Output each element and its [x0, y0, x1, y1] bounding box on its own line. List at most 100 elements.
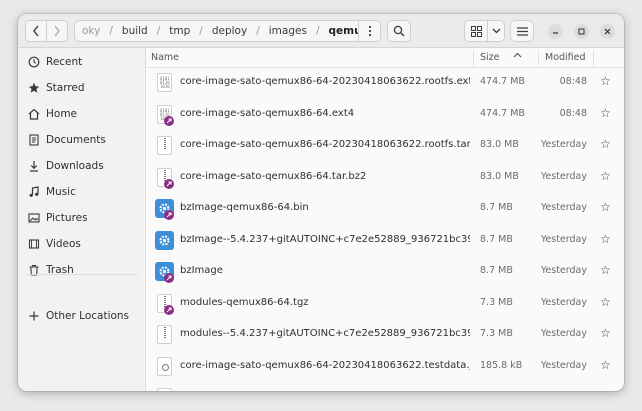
symlink-icon — [164, 178, 174, 189]
column-name-header[interactable]: Name — [151, 52, 179, 63]
forward-button[interactable] — [46, 20, 68, 42]
minimize-button[interactable] — [548, 24, 563, 39]
crumb-oky[interactable]: oky — [81, 25, 101, 37]
file-name: core-image-sato-qemux86-64-2023041806362… — [180, 139, 470, 150]
sidebar-item-trash[interactable]: Trash — [18, 258, 146, 282]
path-bar: oky / build / tmp / deploy / images / qe… — [74, 20, 381, 42]
archive-file-icon — [155, 167, 175, 189]
view-mode-button[interactable] — [464, 20, 488, 42]
file-row[interactable]: bzImage-qemux86-64.bin 8.7 MB Yesterday … — [147, 193, 624, 225]
crumb-build[interactable]: build — [121, 25, 149, 37]
view-options-dropdown[interactable] — [487, 20, 505, 42]
main-menu-button[interactable] — [510, 20, 534, 42]
star-button[interactable]: ☆ — [600, 200, 611, 214]
sidebar-item-pictures[interactable]: Pictures — [18, 206, 146, 230]
sidebar-item-starred[interactable]: Starred — [18, 76, 146, 100]
chevron-right-icon — [54, 25, 60, 37]
back-button[interactable] — [25, 20, 47, 42]
sidebar-item-label: Home — [46, 108, 78, 120]
executable-file-icon — [155, 199, 175, 220]
video-icon — [28, 238, 40, 250]
sidebar-item-label: Documents — [46, 134, 106, 146]
file-size: 474.7 MB — [480, 76, 525, 87]
file-row[interactable]: core-image-sato-qemux86-64-2023041806362… — [147, 351, 624, 383]
symlink-icon — [164, 115, 174, 126]
sidebar-item-home[interactable]: Home — [18, 102, 146, 126]
sidebar-item-recent[interactable]: Recent — [18, 50, 146, 74]
music-icon — [28, 186, 40, 198]
file-row[interactable]: modules--5.4.237+gitAUTOINC+c7e2e52889_9… — [147, 319, 624, 351]
path-separator: / — [256, 25, 260, 37]
download-icon — [28, 160, 40, 172]
maximize-icon — [578, 28, 585, 35]
file-modified: 08:48 — [559, 76, 587, 87]
sidebar-item-other-locations[interactable]: Other Locations — [18, 304, 146, 328]
crumb-deploy[interactable]: deploy — [211, 25, 248, 37]
sidebar: Recent Starred Home Documents Downloads — [18, 48, 146, 391]
file-row[interactable]: bzImage--5.4.237+gitAUTOINC+c7e2e52889_9… — [147, 225, 624, 257]
column-size-header[interactable]: Size — [480, 52, 500, 63]
hamburger-menu-icon — [516, 26, 528, 36]
path-separator: / — [315, 25, 320, 37]
search-button[interactable] — [387, 20, 411, 42]
sidebar-item-downloads[interactable]: Downloads — [18, 154, 146, 178]
file-list: Name Size Modified 0101 0110 1010 core-ima… — [147, 48, 624, 391]
star-button[interactable]: ☆ — [600, 74, 611, 88]
star-button[interactable]: ☆ — [600, 358, 611, 372]
path-menu-button[interactable] — [358, 21, 380, 41]
sidebar-item-documents[interactable]: Documents — [18, 128, 146, 152]
symlink-icon — [164, 304, 174, 315]
file-row[interactable]: 010101101010 core-image-sato-qemux86-64.… — [147, 99, 624, 131]
maximize-button[interactable] — [574, 24, 589, 39]
crumb-tmp[interactable]: tmp — [168, 25, 191, 37]
file-modified: Yesterday — [540, 265, 587, 276]
crumb-images[interactable]: images — [268, 25, 308, 37]
star-button[interactable]: ☆ — [600, 295, 611, 309]
star-button[interactable]: ☆ — [600, 169, 611, 183]
column-modified-header[interactable]: Modified — [545, 52, 586, 63]
star-button[interactable]: ☆ — [600, 326, 611, 340]
file-size: 83.0 MB — [480, 139, 519, 150]
star-button[interactable]: ☆ — [600, 263, 611, 277]
file-name: core-image-sato-qemux86-64-2023041806362… — [180, 76, 470, 87]
path-separator: / — [109, 25, 113, 37]
file-modified: Yesterday — [540, 359, 587, 371]
close-button[interactable] — [600, 24, 615, 39]
column-header: Name Size Modified — [147, 48, 624, 68]
file-row[interactable]: core-image-sato-qemux86-64.tar.bz2 83.0 … — [147, 162, 624, 194]
file-size: 8.7 MB — [480, 265, 513, 276]
star-button[interactable]: ☆ — [600, 106, 611, 120]
file-row[interactable]: bzImage 8.7 MB Yesterday ☆ — [147, 256, 624, 288]
sidebar-item-label: Videos — [46, 238, 81, 250]
file-modified: Yesterday — [540, 139, 587, 150]
file-row[interactable]: modules-qemux86-64.tgz 7.3 MB Yesterday … — [147, 288, 624, 320]
file-name: core-image-sato-qemux86-64-2023041806362… — [180, 359, 470, 371]
search-icon — [393, 25, 405, 37]
file-name: modules-qemux86-64.tgz — [180, 296, 309, 308]
sidebar-item-label: Pictures — [46, 212, 88, 224]
minimize-icon — [553, 32, 558, 34]
file-name: bzImage--5.4.237+gitAUTOINC+c7e2e52889_9… — [180, 233, 470, 245]
file-size: 474.7 MB — [480, 107, 525, 119]
file-row[interactable] — [147, 382, 624, 391]
file-name: bzImage — [180, 265, 223, 276]
json-file-icon — [155, 356, 175, 377]
file-row[interactable]: 0101 0110 1010 core-image-sato-qemux86-64-… — [147, 67, 624, 99]
star-button[interactable]: ☆ — [600, 232, 611, 246]
close-icon — [604, 28, 611, 35]
sidebar-item-videos[interactable]: Videos — [18, 232, 146, 256]
file-icon — [155, 388, 175, 391]
sidebar-item-label: Music — [46, 186, 76, 198]
file-size: 7.3 MB — [480, 328, 513, 339]
file-name: bzImage-qemux86-64.bin — [180, 202, 309, 213]
file-modified: Yesterday — [540, 233, 587, 245]
file-modified: Yesterday — [540, 328, 587, 339]
file-size: 8.7 MB — [480, 202, 513, 213]
star-button[interactable]: ☆ — [600, 137, 611, 151]
sidebar-item-music[interactable]: Music — [18, 180, 146, 204]
archive-file-icon — [155, 293, 175, 315]
file-size: 8.7 MB — [480, 233, 513, 245]
file-row[interactable]: core-image-sato-qemux86-64-2023041806362… — [147, 130, 624, 162]
star-icon — [28, 82, 40, 94]
executable-file-icon — [155, 230, 175, 251]
